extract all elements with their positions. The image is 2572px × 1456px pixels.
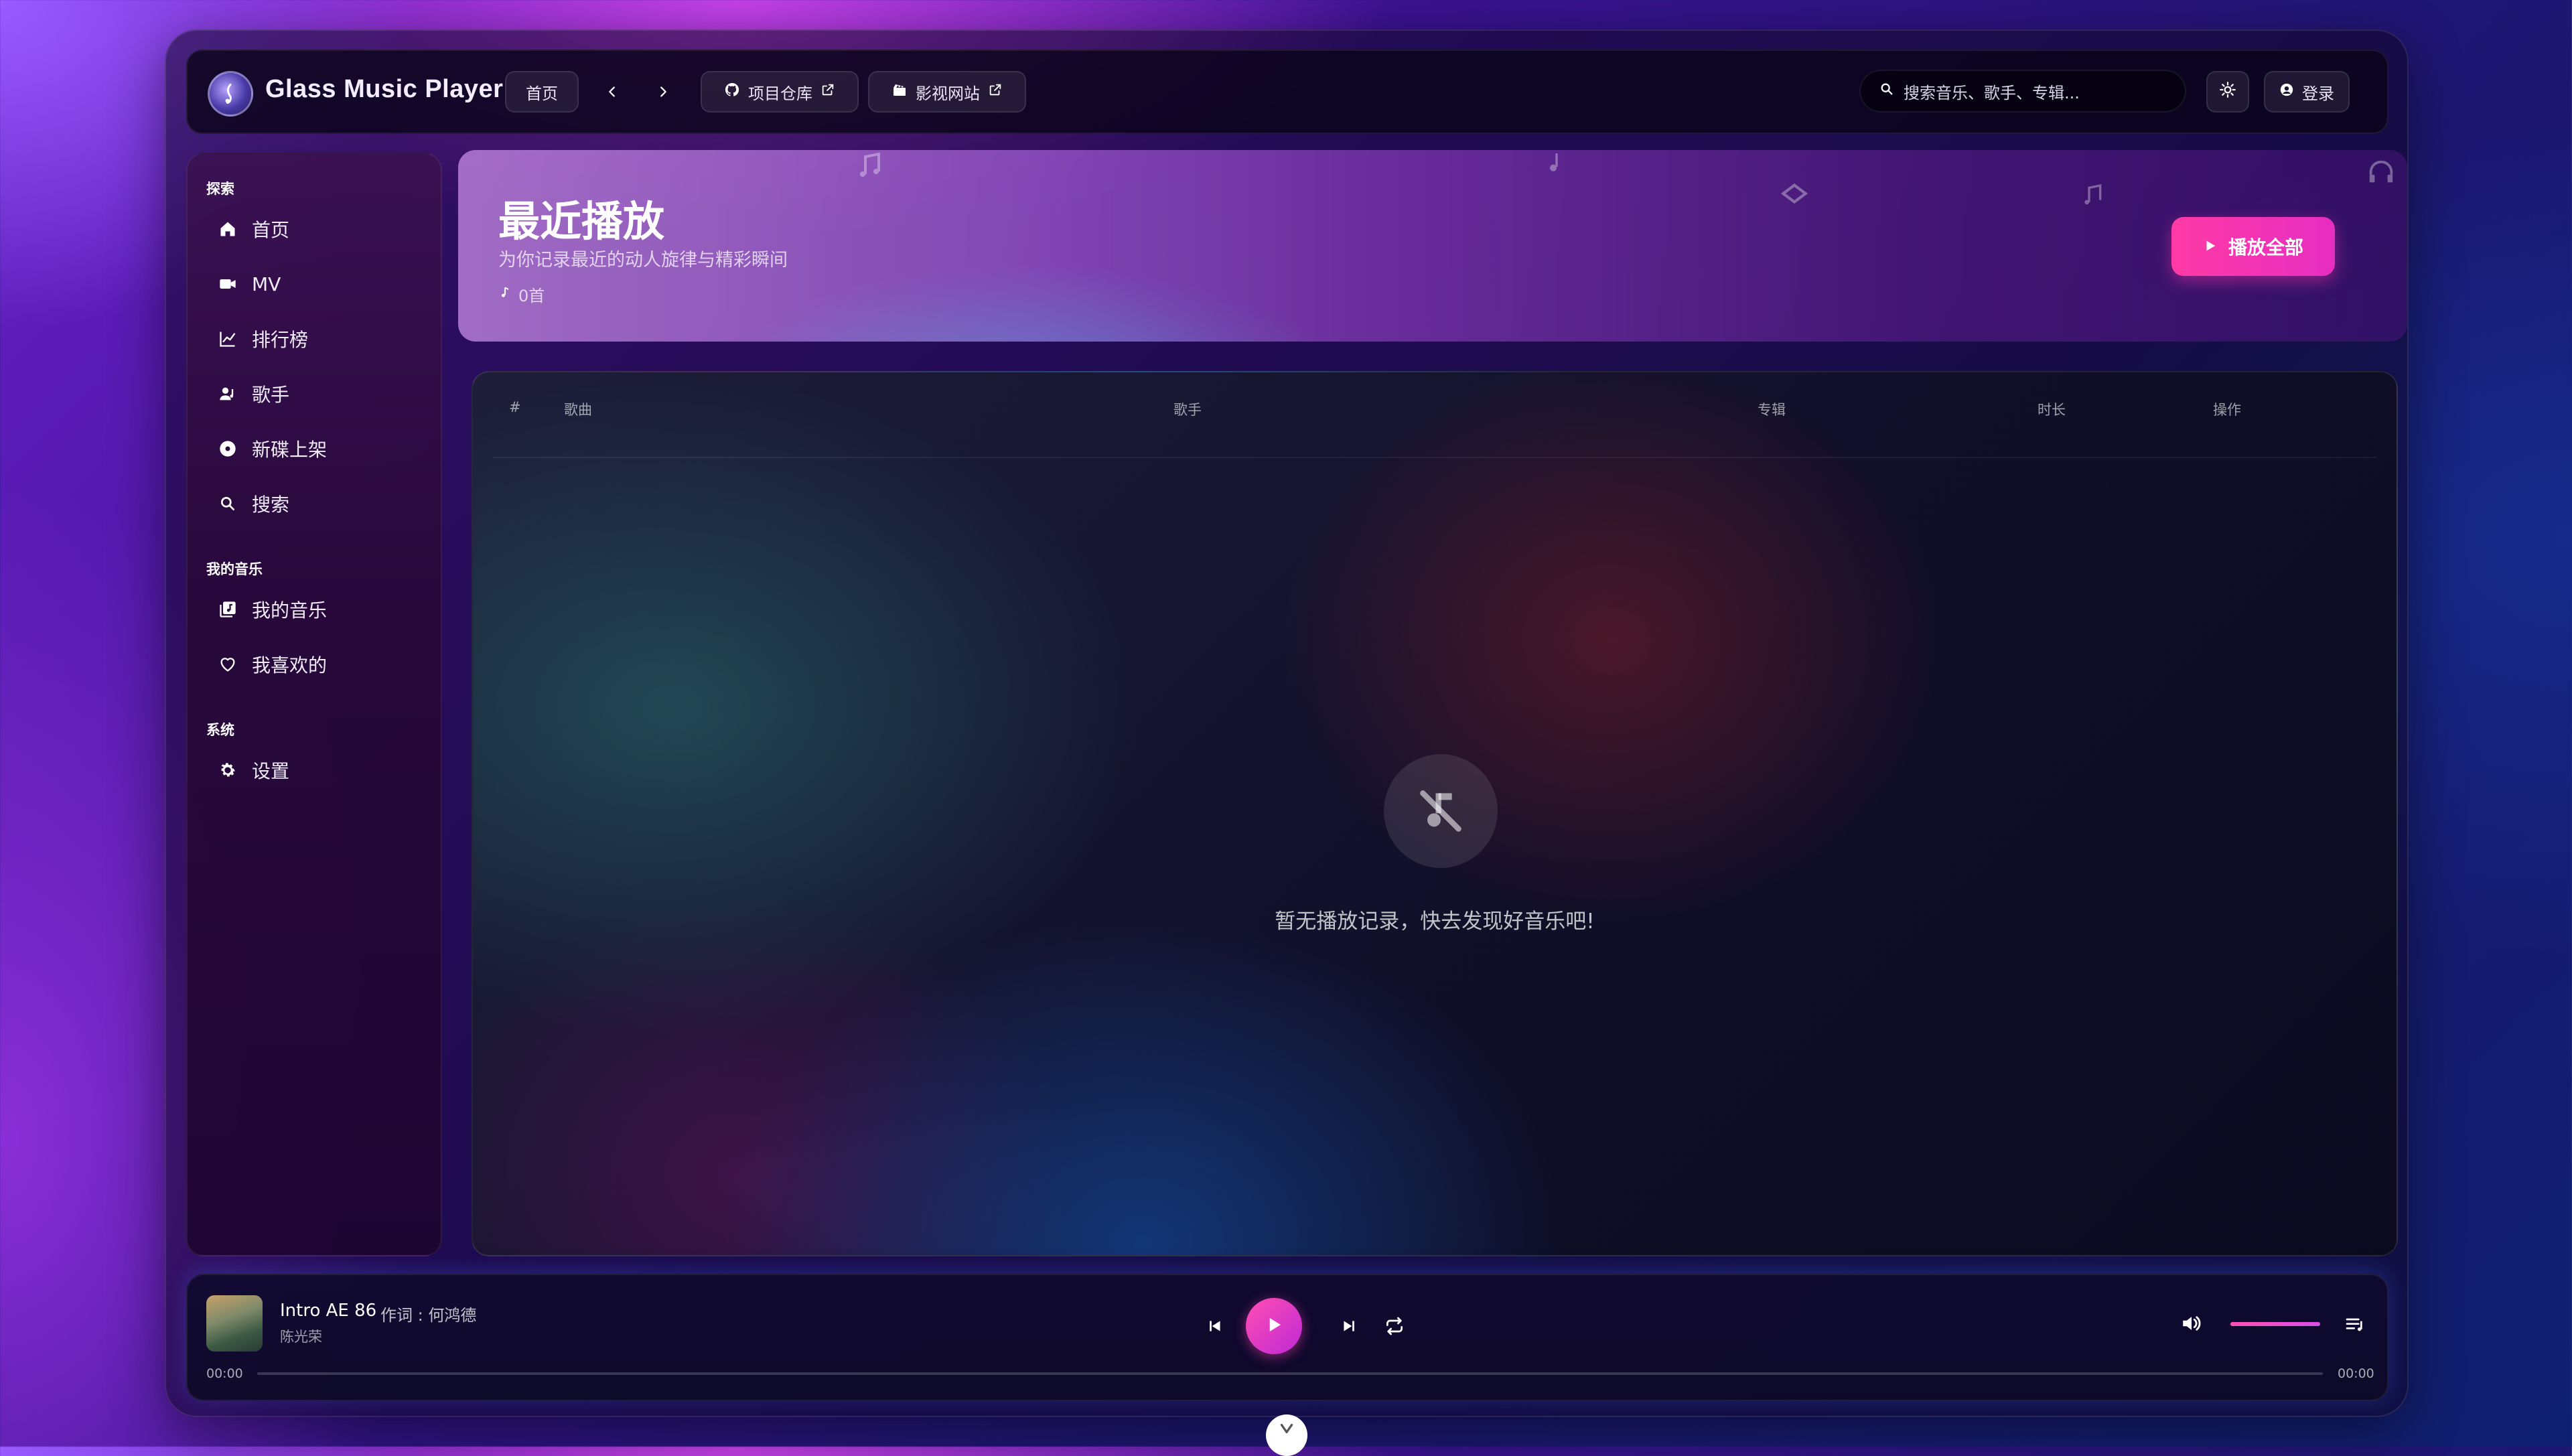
search-placeholder: 搜索音乐、歌手、专辑... bbox=[1904, 83, 2080, 102]
section-title-explore: 探索 bbox=[206, 181, 234, 197]
app-logo-icon bbox=[208, 71, 253, 117]
sidebar-item-label: 歌手 bbox=[252, 384, 290, 406]
chevron-right-icon[interactable] bbox=[650, 71, 676, 113]
home-button-label: 首页 bbox=[526, 84, 558, 103]
music-note-icon bbox=[498, 285, 512, 304]
sidebar-item-label: 首页 bbox=[252, 219, 290, 241]
sidebar-item-favorites[interactable]: 我喜欢的 bbox=[206, 643, 427, 686]
sun-icon bbox=[2219, 81, 2236, 102]
chevron-left-icon[interactable] bbox=[599, 71, 626, 113]
heart-icon bbox=[217, 654, 238, 675]
sidebar-item-artists[interactable]: 歌手 bbox=[206, 372, 427, 415]
sidebar-item-label: 我喜欢的 bbox=[252, 654, 328, 676]
music-library-icon bbox=[217, 599, 238, 620]
total-time: 00:00 bbox=[2338, 1366, 2374, 1381]
home-icon bbox=[217, 218, 238, 240]
headphones-icon bbox=[2366, 157, 2397, 190]
column-header-index: # bbox=[509, 399, 521, 415]
clapperboard-icon bbox=[891, 82, 908, 102]
gear-icon bbox=[217, 759, 238, 781]
volume-slider[interactable] bbox=[2230, 1322, 2320, 1326]
external-link-icon bbox=[820, 82, 835, 101]
sidebar-item-label: 新碟上架 bbox=[252, 439, 328, 461]
home-button[interactable]: 首页 bbox=[505, 71, 579, 113]
video-site-button[interactable]: 影视网站 bbox=[868, 71, 1026, 113]
hero-banner: 最近播放 为你记录最近的动人旋律与精彩瞬间 0首 播放全部 bbox=[458, 150, 2407, 342]
repeat-icon[interactable] bbox=[1378, 1310, 1411, 1342]
play-all-button[interactable]: 播放全部 bbox=[2171, 217, 2335, 276]
theme-toggle-button[interactable] bbox=[2206, 71, 2249, 113]
play-all-label: 播放全部 bbox=[2228, 236, 2303, 259]
music-note-icon bbox=[1543, 150, 1570, 179]
music-off-icon bbox=[1384, 754, 1498, 868]
page-title: 最近播放 bbox=[498, 197, 665, 246]
sidebar-item-label: 我的音乐 bbox=[252, 599, 328, 622]
recent-tracks-table: # 歌曲 歌手 专辑 时长 操作 暂无播放记录，快去发现好音乐吧! bbox=[472, 371, 2398, 1256]
search-icon bbox=[1879, 82, 1894, 100]
track-count: 0首 bbox=[498, 283, 545, 306]
column-header-duration: 时长 bbox=[2038, 402, 2066, 418]
sidebar-item-new-albums[interactable]: 新碟上架 bbox=[206, 427, 427, 470]
search-input[interactable]: 搜索音乐、歌手、专辑... bbox=[1859, 70, 2186, 113]
playlist-icon[interactable] bbox=[2339, 1309, 2371, 1341]
sidebar-item-mv[interactable]: MV bbox=[206, 263, 427, 305]
table-header-divider bbox=[493, 457, 2376, 458]
sidebar-item-my-music[interactable]: 我的音乐 bbox=[206, 588, 427, 631]
column-header-artist: 歌手 bbox=[1173, 402, 1202, 418]
section-title-my-music: 我的音乐 bbox=[206, 561, 263, 577]
top-header: Glass Music Player 首页 项目仓库 影视网站 搜索音乐、歌手、… bbox=[186, 50, 2388, 134]
album-cover[interactable] bbox=[206, 1295, 263, 1352]
track-count-label: 0首 bbox=[518, 287, 545, 305]
chevron-down-icon bbox=[1278, 1420, 1295, 1440]
chart-line-icon bbox=[217, 328, 238, 350]
app-title: Glass Music Player bbox=[265, 75, 504, 103]
progress-bar[interactable] bbox=[257, 1372, 2323, 1375]
disc-icon bbox=[217, 438, 238, 459]
play-icon bbox=[1264, 1315, 1284, 1337]
volume-icon[interactable] bbox=[2175, 1307, 2208, 1339]
video-camera-icon bbox=[217, 273, 238, 295]
now-playing-artist: 陈光荣 bbox=[280, 1329, 322, 1345]
sidebar-item-settings[interactable]: 设置 bbox=[206, 749, 427, 792]
now-playing-title: Intro AE 86 bbox=[280, 1301, 377, 1321]
column-header-actions: 操作 bbox=[2213, 402, 2241, 418]
column-header-album: 专辑 bbox=[1758, 402, 1786, 418]
sidebar: 探索 首页 MV 排行榜 歌手 新碟上架 搜索 我的音乐 我的音乐 我喜欢的 系… bbox=[186, 153, 442, 1256]
repo-link-label: 项目仓库 bbox=[748, 84, 812, 103]
page-subtitle: 为你记录最近的动人旋律与精彩瞬间 bbox=[498, 250, 788, 271]
login-label: 登录 bbox=[2302, 84, 2334, 103]
sidebar-item-label: 搜索 bbox=[252, 494, 290, 516]
expand-player-button[interactable] bbox=[1266, 1414, 1307, 1456]
section-title-system: 系统 bbox=[206, 722, 234, 738]
external-link-icon bbox=[988, 82, 1003, 101]
sidebar-item-charts[interactable]: 排行榜 bbox=[206, 317, 427, 360]
player-bar: Intro AE 86 作词 : 何鸿德 陈光荣 00:00 00:00 bbox=[186, 1274, 2388, 1401]
login-button[interactable]: 登录 bbox=[2264, 71, 2350, 113]
current-time: 00:00 bbox=[206, 1366, 243, 1381]
music-note-icon bbox=[853, 150, 885, 185]
empty-state-message: 暂无播放记录，快去发现好音乐吧! bbox=[1275, 909, 1595, 934]
now-playing-lyricist: 作词 : 何鸿德 bbox=[380, 1306, 477, 1325]
video-site-label: 影视网站 bbox=[916, 84, 980, 103]
column-header-song: 歌曲 bbox=[564, 402, 592, 418]
user-music-icon bbox=[217, 383, 238, 405]
next-track-icon[interactable] bbox=[1333, 1310, 1365, 1342]
sidebar-item-home[interactable]: 首页 bbox=[206, 208, 427, 250]
app-window: Glass Music Player 首页 项目仓库 影视网站 搜索音乐、歌手、… bbox=[165, 29, 2409, 1417]
music-note-icon bbox=[1778, 177, 1811, 213]
play-pause-button[interactable] bbox=[1246, 1298, 1302, 1354]
volume-slider-fill bbox=[2230, 1322, 2320, 1326]
sidebar-item-search[interactable]: 搜索 bbox=[206, 482, 427, 525]
sidebar-item-label: 设置 bbox=[252, 760, 290, 782]
previous-track-icon[interactable] bbox=[1199, 1310, 1231, 1342]
repo-link-button[interactable]: 项目仓库 bbox=[701, 71, 859, 113]
github-icon bbox=[724, 82, 740, 102]
play-icon bbox=[2203, 236, 2218, 258]
user-circle-icon bbox=[2279, 82, 2294, 101]
search-icon bbox=[217, 493, 238, 514]
sidebar-item-label: 排行榜 bbox=[252, 329, 309, 351]
music-note-icon bbox=[2079, 182, 2106, 212]
sidebar-item-label: MV bbox=[252, 273, 281, 295]
